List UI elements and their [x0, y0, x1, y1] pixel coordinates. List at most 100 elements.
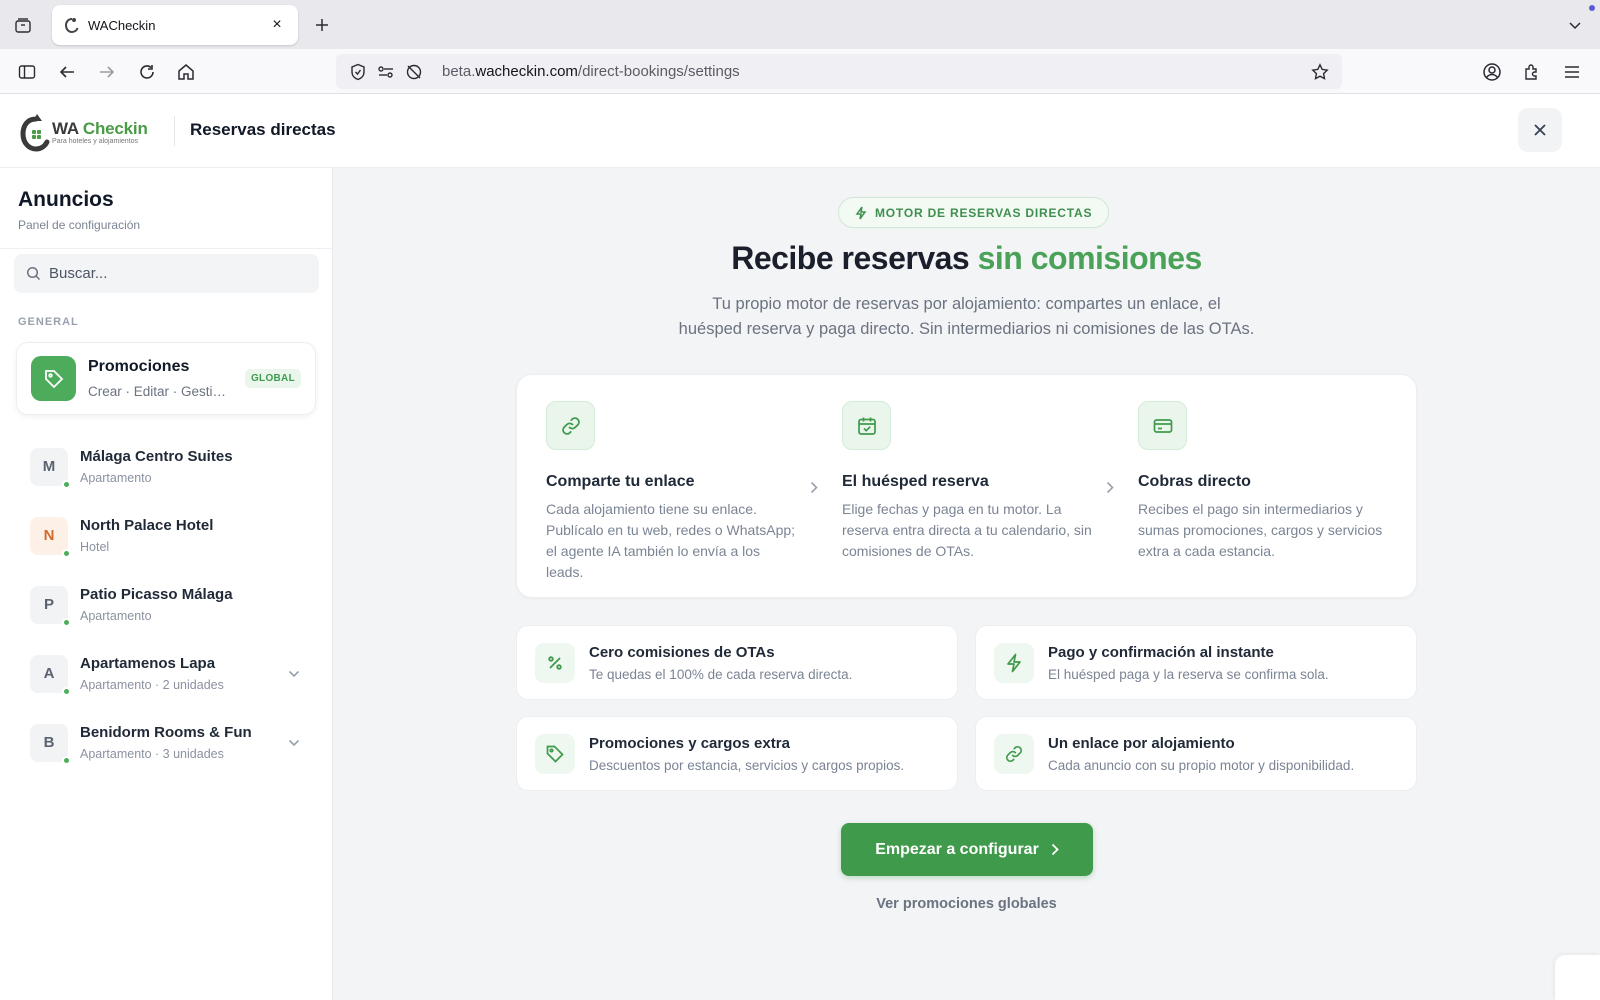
property-name: North Palace Hotel — [80, 517, 214, 534]
feature-title: Promociones y cargos extra — [589, 734, 790, 752]
tab-title: WACheckin — [88, 17, 156, 33]
site-permissions-icon[interactable] — [376, 62, 396, 82]
property-name: Málaga Centro Suites — [80, 448, 233, 465]
tag-icon — [535, 733, 575, 774]
step-share-link: Comparte tu enlace Cada alojamiento tien… — [546, 401, 796, 583]
feature-title: Un enlace por alojamiento — [1048, 734, 1235, 752]
sidebar-toggle-icon[interactable] — [15, 60, 39, 84]
browser-tab-bar: WACheckin × — [0, 0, 1600, 49]
close-icon — [1534, 124, 1546, 136]
feature-title: Pago y confirmación al instante — [1048, 643, 1274, 661]
extensions-puzzle-icon[interactable] — [1520, 60, 1544, 84]
property-name: Patio Picasso Málaga — [80, 586, 233, 603]
search-input[interactable] — [49, 265, 289, 282]
hero-title: Recibe reservas sin comisiones — [731, 240, 1202, 276]
logo-text-wa: WA — [52, 119, 79, 138]
back-arrow-icon[interactable] — [55, 60, 79, 84]
feature-description: El huésped paga y la reserva se confirma… — [1048, 666, 1329, 682]
tag-icon — [31, 356, 76, 401]
floating-widget[interactable] — [1555, 955, 1600, 1000]
forward-arrow-icon[interactable] — [95, 60, 119, 84]
bolt-icon — [994, 642, 1034, 683]
search-box[interactable] — [14, 254, 319, 293]
credit-card-icon — [1138, 401, 1187, 450]
view-global-promotions-link[interactable]: Ver promociones globales — [333, 896, 1600, 912]
property-item[interactable]: N North Palace Hotel Hotel — [14, 501, 319, 570]
promotions-item[interactable]: Promociones Crear · Editar · Gestionar G… — [16, 342, 316, 415]
property-name: Benidorm Rooms & Fun — [80, 724, 252, 741]
how-it-works-card: Comparte tu enlace Cada alojamiento tien… — [516, 374, 1417, 598]
tracking-shield-icon[interactable] — [348, 62, 368, 82]
feature-description: Te quedas el 100% de cada reserva direct… — [589, 666, 853, 682]
property-type: Apartamento — [80, 471, 152, 485]
camera-blocked-icon[interactable] — [404, 62, 424, 82]
chevron-down-icon[interactable] — [285, 734, 303, 752]
chevron-right-icon — [1102, 479, 1118, 495]
feature-card: Pago y confirmación al instante El huésp… — [975, 625, 1417, 700]
calendar-check-icon — [842, 401, 891, 450]
property-type: Apartamento · 2 unidades — [80, 678, 224, 692]
chevron-down-icon[interactable] — [285, 665, 303, 683]
step-description: Elige fechas y paga en tu motor. La rese… — [842, 501, 1092, 559]
wacheckin-logo-mark-icon — [20, 114, 50, 152]
online-status-dot — [62, 686, 71, 696]
feature-description: Descuentos por estancia, servicios y car… — [589, 757, 905, 773]
step-description: Cada alojamiento tiene su enlace. Publíc… — [546, 501, 796, 580]
feature-card: Cero comisiones de OTAs Te quedas el 100… — [516, 625, 958, 700]
browser-nav-bar: beta.wacheckin.com/direct-bookings/setti… — [0, 49, 1600, 94]
property-item[interactable]: P Patio Picasso Málaga Apartamento — [14, 570, 319, 639]
chevron-right-icon — [1051, 843, 1059, 856]
feature-card: Un enlace por alojamiento Cada anuncio c… — [975, 716, 1417, 791]
account-icon[interactable] — [1480, 60, 1504, 84]
property-item[interactable]: B Benidorm Rooms & Fun Apartamento · 3 u… — [14, 708, 319, 777]
sidebar-subtitle: Panel de configuración — [18, 218, 141, 232]
online-status-dot — [62, 755, 71, 765]
property-type: Apartamento — [80, 609, 152, 623]
step-description: Recibes el pago sin intermediarios y sum… — [1138, 501, 1383, 559]
menu-hamburger-icon[interactable] — [1560, 60, 1584, 84]
url-text[interactable]: beta.wacheckin.com/direct-bookings/setti… — [442, 63, 1310, 80]
feature-card: Promociones y cargos extra Descuentos po… — [516, 716, 958, 791]
online-status-dot — [62, 548, 71, 558]
reload-icon[interactable] — [135, 60, 159, 84]
property-avatar: N — [30, 516, 71, 558]
hero-description: Tu propio motor de reservas por alojamie… — [678, 295, 1255, 338]
tab-overview-icon[interactable] — [12, 14, 34, 36]
sidebar-title: Anuncios — [18, 188, 114, 211]
property-name: Apartamenos Lapa — [80, 655, 216, 672]
bolt-icon — [855, 206, 867, 219]
wacheckin-logo[interactable]: WA Checkin Para hoteles y alojamientos — [20, 110, 155, 154]
section-pill: MOTOR DE RESERVAS DIRECTAS — [838, 197, 1110, 228]
bookmark-star-icon[interactable] — [1310, 62, 1330, 82]
pill-label: MOTOR DE RESERVAS DIRECTAS — [875, 205, 1093, 220]
search-icon — [26, 266, 41, 281]
property-avatar: B — [30, 723, 71, 765]
link-icon — [546, 401, 595, 450]
logo-text-checkin: Checkin — [82, 119, 148, 138]
promotions-subtitle: Crear · Editar · Gestionar — [88, 384, 228, 399]
sidebar: Anuncios Panel de configuración GENERAL … — [0, 168, 333, 1000]
close-button[interactable] — [1518, 108, 1562, 152]
property-list: M Málaga Centro Suites Apartamento N Nor… — [14, 432, 319, 777]
start-setup-button[interactable]: Empezar a configurar — [841, 823, 1093, 876]
list-all-tabs-chevron-icon[interactable] — [1564, 14, 1586, 36]
close-tab-icon[interactable]: × — [268, 16, 286, 34]
step-title: El huésped reserva — [842, 473, 989, 490]
property-avatar: M — [30, 447, 71, 489]
address-bar[interactable]: beta.wacheckin.com/direct-bookings/setti… — [336, 54, 1342, 89]
wacheckin-favicon-icon — [64, 17, 80, 33]
link-icon — [994, 733, 1034, 774]
browser-tab[interactable]: WACheckin × — [52, 5, 298, 45]
feature-description: Cada anuncio con su propio motor y dispo… — [1048, 757, 1355, 773]
step-title: Comparte tu enlace — [546, 473, 695, 490]
header-divider — [174, 116, 175, 146]
notification-dot — [1589, 5, 1595, 11]
property-type: Apartamento · 3 unidades — [80, 747, 224, 761]
home-icon[interactable] — [174, 60, 198, 84]
new-tab-icon[interactable] — [310, 13, 334, 37]
property-item[interactable]: M Málaga Centro Suites Apartamento — [14, 432, 319, 501]
start-setup-label: Empezar a configurar — [875, 840, 1039, 858]
online-status-dot — [62, 617, 71, 627]
property-item[interactable]: A Apartamenos Lapa Apartamento · 2 unida… — [14, 639, 319, 708]
property-avatar: P — [30, 585, 71, 627]
